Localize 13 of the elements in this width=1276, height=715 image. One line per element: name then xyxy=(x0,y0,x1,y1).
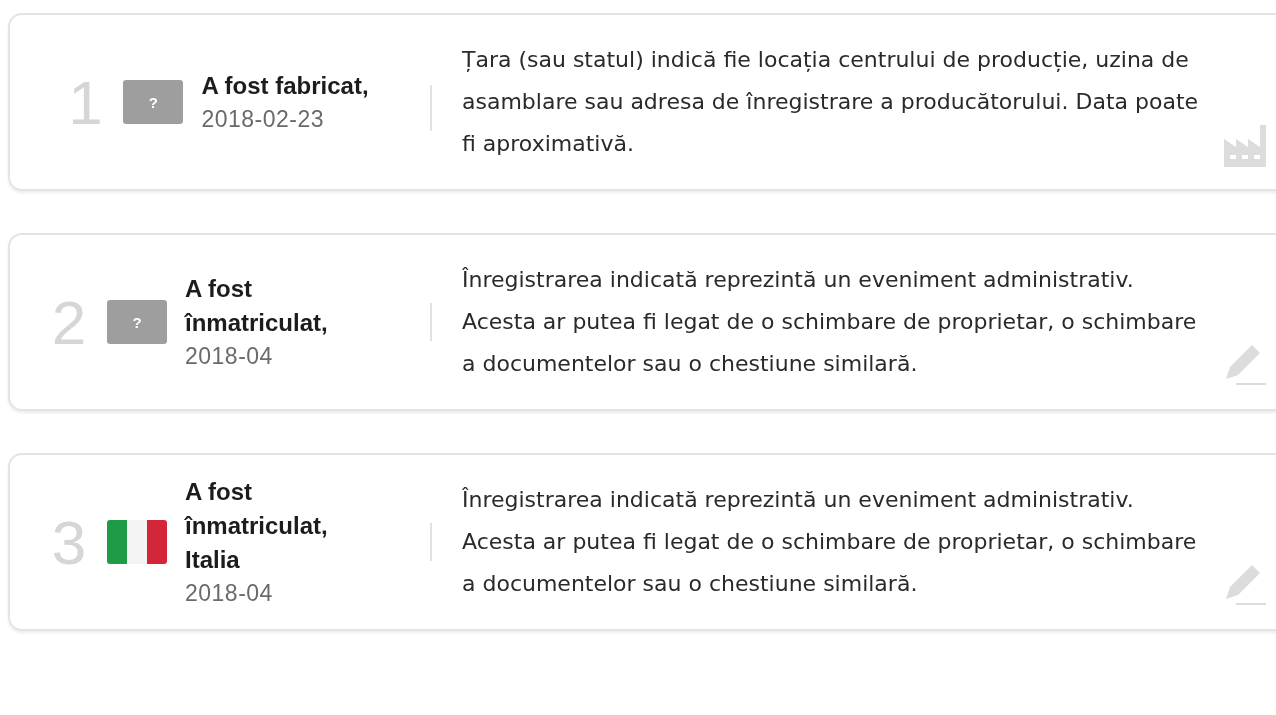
event-description: Țara (sau statul) indică fie locația centrului de producție, uzina de asamblare sau adresa de înregistrare a producătorului. Data poate fi aproximativă. xyxy=(462,46,1200,158)
event-date: 2018-04 xyxy=(185,579,274,608)
unknown-flag: ? xyxy=(107,300,167,344)
event-title: A fost înmatriculat, xyxy=(185,274,329,338)
event-title: A fost fabricat, xyxy=(201,71,369,101)
event-date: 2018-04 xyxy=(185,342,274,371)
event-title: A fost înmatriculat, Italia xyxy=(185,477,329,575)
event-date: 2018-02-23 xyxy=(201,105,326,134)
event-description: Înregistrarea indicată reprezintă un eveniment administrativ. Acesta ar putea fi legat de o schimbare de proprietar, o schimbare a documentelor sau o chestiune similară. xyxy=(462,266,1198,378)
italy-flag-icon xyxy=(107,520,167,564)
event-description: Înregistrarea indicată reprezintă un eveniment administrativ. Acesta ar putea fi legat de o schimbare de proprietar, o schimbare a documentelor sau o chestiune similară. xyxy=(462,486,1198,598)
unknown-flag: ? xyxy=(123,80,184,124)
factory-icon xyxy=(1222,123,1268,167)
